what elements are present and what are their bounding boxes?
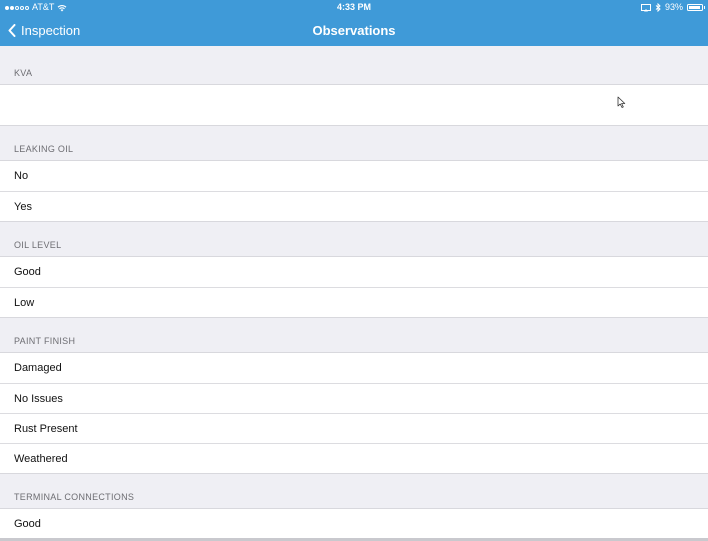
section-kva xyxy=(0,84,708,126)
page-title: Observations xyxy=(312,23,396,38)
status-bar: AT&T 4:33 PM 93% xyxy=(0,0,708,15)
option-oil-level-good[interactable]: Good xyxy=(0,257,708,287)
battery-percent: 93% xyxy=(664,2,683,12)
section-header-kva: KVA xyxy=(0,46,708,84)
section-terminal-connections: Good xyxy=(0,508,708,540)
screen-mirroring-icon xyxy=(640,3,651,11)
kva-input-row[interactable] xyxy=(0,85,708,125)
status-right: 93% xyxy=(640,0,705,15)
battery-fill xyxy=(689,6,701,9)
section-leaking-oil: No Yes xyxy=(0,160,708,222)
mouse-pointer-icon xyxy=(617,96,626,108)
bluetooth-icon xyxy=(655,3,661,12)
option-paint-finish-no-issues[interactable]: No Issues xyxy=(0,383,708,413)
observations-list[interactable]: KVA LEAKING OIL No Yes OIL LEVEL Good Lo… xyxy=(0,46,708,541)
option-paint-finish-weathered[interactable]: Weathered xyxy=(0,443,708,473)
section-paint-finish: Damaged No Issues Rust Present Weathered xyxy=(0,352,708,474)
navigation-bar: Inspection Observations xyxy=(0,15,708,46)
option-leaking-oil-yes[interactable]: Yes xyxy=(0,191,708,221)
option-oil-level-low[interactable]: Low xyxy=(0,287,708,317)
section-header-leaking-oil: LEAKING OIL xyxy=(0,126,708,160)
section-header-paint-finish: PAINT FINISH xyxy=(0,318,708,352)
option-paint-finish-damaged[interactable]: Damaged xyxy=(0,353,708,383)
section-header-oil-level: OIL LEVEL xyxy=(0,222,708,256)
option-paint-finish-rust-present[interactable]: Rust Present xyxy=(0,413,708,443)
battery-icon xyxy=(687,4,705,11)
option-terminal-connections-good[interactable]: Good xyxy=(0,509,708,539)
section-header-terminal-connections: TERMINAL CONNECTIONS xyxy=(0,474,708,508)
section-oil-level: Good Low xyxy=(0,256,708,318)
status-time: 4:33 PM xyxy=(336,2,371,12)
option-leaking-oil-no[interactable]: No xyxy=(0,161,708,191)
